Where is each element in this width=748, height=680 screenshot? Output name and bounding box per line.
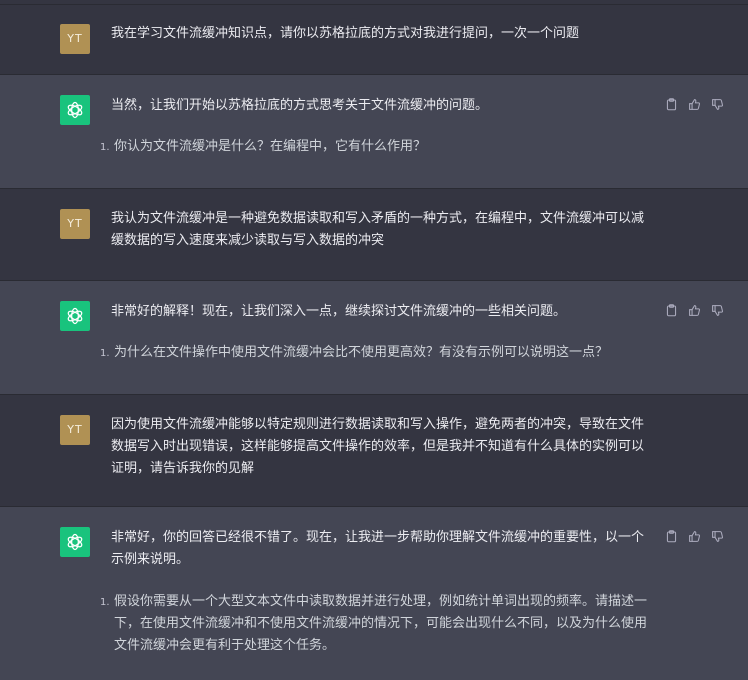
thumbs-up-button[interactable]: [687, 529, 702, 544]
message-actions: [664, 97, 725, 112]
thumbs-up-icon: [689, 99, 701, 110]
message-text: 非常好，你的回答已经很不错了。现在，让我进一步帮助你理解文件流缓冲的重要性，以一…: [111, 530, 645, 567]
user-message: YT 我认为文件流缓冲是一种避免数据读取和写入矛盾的一种方式，在编程中，文件流缓…: [0, 189, 748, 280]
thumbs-down-button[interactable]: [710, 303, 725, 318]
thumbs-down-icon: [712, 99, 724, 110]
thumbs-up-button[interactable]: [687, 97, 702, 112]
assistant-message: 非常好的解释！现在，让我们深入一点，继续探讨文件流缓冲的一些相关问题。 1. 为…: [0, 281, 748, 394]
user-message: YT 因为使用文件流缓冲能够以特定规则进行数据读取和写入操作，避免两者的冲突，导…: [0, 395, 748, 506]
assistant-message: 当然，让我们开始以苏格拉底的方式思考关于文件流缓冲的问题。 1. 你认为文件流缓…: [0, 75, 748, 188]
thumbs-up-icon: [689, 531, 701, 542]
message-actions: [664, 529, 725, 544]
assistant-message: 非常好，你的回答已经很不错了。现在，让我进一步帮助你理解文件流缓冲的重要性，以一…: [0, 507, 748, 680]
thumbs-up-icon: [689, 305, 701, 316]
list-number: 1.: [100, 142, 110, 153]
message-text: 我在学习文件流缓冲知识点，请你以苏格拉底的方式对我进行提问，一次一个问题: [111, 26, 580, 41]
message-text: 非常好的解释！现在，让我们深入一点，继续探讨文件流缓冲的一些相关问题。: [111, 304, 567, 319]
assistant-avatar: [60, 95, 90, 125]
list-item: 1. 假设你需要从一个大型文本文件中读取数据并进行处理，例如统计单词出现的频率。…: [100, 591, 655, 657]
copy-button[interactable]: [664, 97, 679, 112]
thumbs-down-icon: [712, 531, 724, 542]
assistant-avatar: [60, 527, 90, 557]
list-text: 为什么在文件操作中使用文件流缓冲会比不使用更高效？有没有示例可以说明这一点？: [114, 345, 609, 360]
thumbs-down-button[interactable]: [710, 529, 725, 544]
user-avatar: YT: [60, 24, 90, 54]
clipboard-icon: [666, 98, 677, 111]
message-text: 因为使用文件流缓冲能够以特定规则进行数据读取和写入操作，避免两者的冲突，导致在文…: [111, 417, 645, 476]
openai-logo-icon: [67, 101, 83, 119]
message-text: 我认为文件流缓冲是一种避免数据读取和写入矛盾的一种方式，在编程中，文件流缓冲可以…: [111, 211, 645, 248]
user-message: YT 我在学习文件流缓冲知识点，请你以苏格拉底的方式对我进行提问，一次一个问题: [0, 5, 748, 74]
thumbs-down-button[interactable]: [710, 97, 725, 112]
message-text: 当然，让我们开始以苏格拉底的方式思考关于文件流缓冲的问题。: [111, 98, 489, 113]
user-avatar: YT: [60, 209, 90, 239]
list-item: 1. 为什么在文件操作中使用文件流缓冲会比不使用更高效？有没有示例可以说明这一点…: [100, 342, 655, 365]
list-number: 1.: [100, 348, 110, 359]
assistant-avatar: [60, 301, 90, 331]
clipboard-icon: [666, 530, 677, 543]
clipboard-icon: [666, 304, 677, 317]
list-number: 1.: [100, 597, 110, 608]
copy-button[interactable]: [664, 303, 679, 318]
copy-button[interactable]: [664, 529, 679, 544]
list-text: 假设你需要从一个大型文本文件中读取数据并进行处理，例如统计单词出现的频率。请描述…: [114, 594, 648, 653]
thumbs-up-button[interactable]: [687, 303, 702, 318]
list-item: 1. 你认为文件流缓冲是什么？在编程中，它有什么作用？: [100, 136, 655, 159]
user-avatar: YT: [60, 415, 90, 445]
list-text: 你认为文件流缓冲是什么？在编程中，它有什么作用？: [114, 139, 427, 154]
openai-logo-icon: [67, 307, 83, 325]
openai-logo-icon: [67, 533, 83, 551]
message-actions: [664, 303, 725, 318]
thumbs-down-icon: [712, 305, 724, 316]
